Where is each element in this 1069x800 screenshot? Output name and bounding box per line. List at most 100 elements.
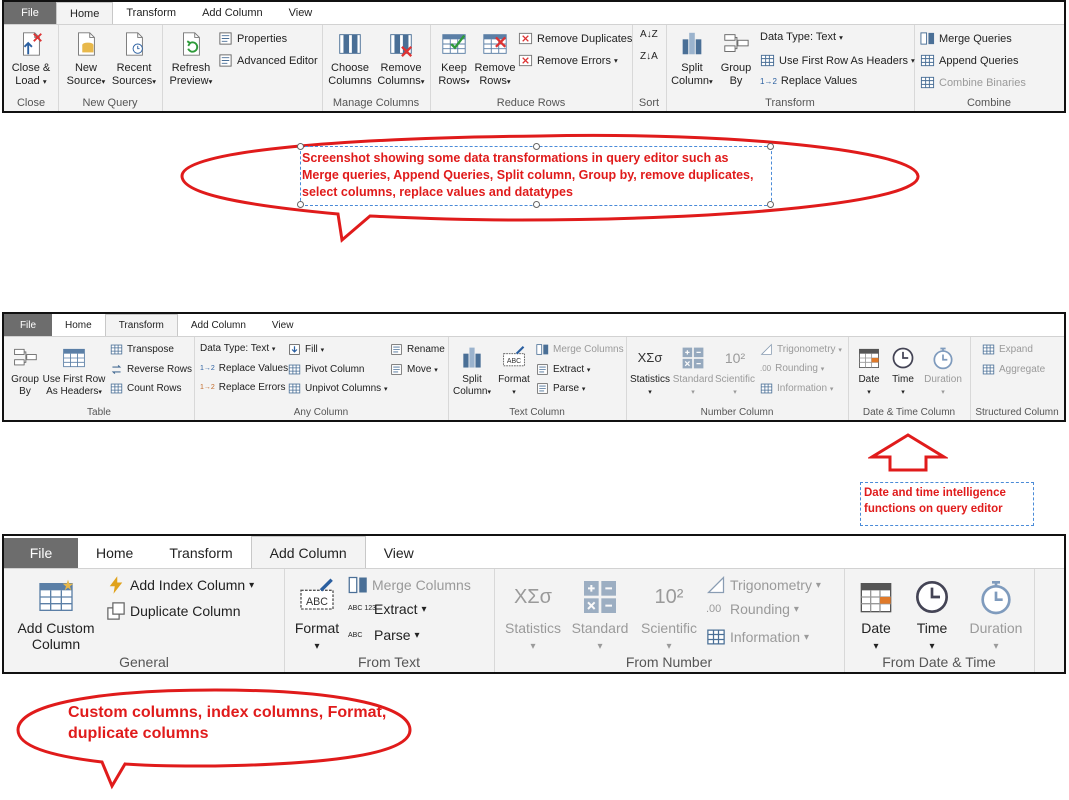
time-button[interactable]: Time ▾ [886,345,920,397]
tab-home[interactable]: Home [78,538,151,568]
tab-transform[interactable]: Transform [113,2,189,24]
date-button[interactable]: Date ▾ [852,345,886,397]
merge-queries-button[interactable]: Merge Queries [920,31,1012,46]
standard-button[interactable]: Standard ▾ [672,345,714,397]
statistics-button[interactable]: XΣσ Statistics ▾ [500,577,566,652]
trigonometry-button[interactable]: Trigonometry ▾ [706,575,821,595]
scientific-button[interactable]: 10² Scientific ▾ [714,345,756,397]
tab-view[interactable]: View [276,2,326,24]
tab-file[interactable]: File [4,538,78,568]
use-first-row-button[interactable]: Use First Row As Headers▾ [42,345,106,397]
merge-columns-button[interactable]: Merge Columns [536,343,624,356]
parse-button[interactable]: ABC Parse ▾ [348,627,419,643]
append-queries-button[interactable]: Append Queries [920,53,1019,68]
remove-duplicates-icon [518,31,533,46]
tab-file[interactable]: File [4,314,52,336]
parse-button[interactable]: Parse ▾ [536,382,585,395]
sort-descending-button[interactable]: Z↓A [640,51,658,62]
standard-calculator-icon [580,577,620,617]
transpose-button[interactable]: Transpose [110,343,174,356]
information-button[interactable]: Information ▾ [706,627,809,647]
format-button[interactable]: ABC Format ▾ [494,345,534,397]
tab-add-column[interactable]: Add Column [189,2,276,24]
rounding-button[interactable]: .00 Rounding ▾ [760,363,824,374]
choose-columns-button[interactable]: Choose Columns [326,29,374,87]
resize-handle[interactable] [767,201,774,208]
rounding-button[interactable]: .00 Rounding ▾ [706,601,799,617]
standard-label: Standard [571,620,629,636]
move-button[interactable]: Move ▾ [390,363,438,376]
pivot-column-button[interactable]: Pivot Column [288,363,364,376]
tab-add-column[interactable]: Add Column [250,536,366,568]
group-label: Text Column [509,407,565,418]
information-button[interactable]: Information ▾ [760,382,833,395]
close-load-button[interactable]: Close & Load ▾ [7,29,55,87]
extract-button[interactable]: Extract ▾ [536,363,590,376]
use-first-row-icon [61,345,87,371]
time-label: Time [892,374,914,385]
keep-rows-button[interactable]: Keep Rows▾ [434,29,474,87]
standard-button[interactable]: Standard ▾ [568,577,632,652]
split-column-button[interactable]: Split Column▾ [452,345,492,397]
remove-duplicates-button[interactable]: Remove Duplicates [518,31,632,46]
combine-binaries-button[interactable]: Combine Binaries [920,75,1026,90]
extract-button[interactable]: ABC 123 Extract ▾ [348,601,426,617]
aggregate-button[interactable]: Aggregate [982,363,1045,376]
data-type-dropdown[interactable]: Data Type: Text ▾ [200,343,275,354]
remove-errors-button[interactable]: Remove Errors ▾ [518,53,618,68]
duration-button[interactable]: Duration ▾ [962,577,1030,652]
reverse-rows-button[interactable]: Reverse Rows [110,363,192,376]
group-by-button[interactable]: Group By [8,345,42,397]
time-button[interactable]: Time ▾ [906,577,958,652]
count-rows-button[interactable]: Count Rows [110,382,181,395]
resize-handle[interactable] [533,201,540,208]
fill-button[interactable]: Fill ▾ [288,343,324,356]
unpivot-columns-button[interactable]: Unpivot Columns ▾ [288,382,387,395]
tab-view[interactable]: View [259,314,307,336]
use-first-row-button[interactable]: Use First Row As Headers ▾ [760,53,915,68]
format-button[interactable]: ABC Format ▾ [288,577,346,652]
date-button[interactable]: Date ▾ [850,577,902,652]
advanced-editor-button[interactable]: Advanced Editor [218,53,318,68]
advanced-editor-icon [218,53,233,68]
group-from-date-time: Date ▾ Time ▾ Duration ▾ From Date & Tim… [844,569,1035,672]
group-by-button[interactable]: Group By [716,29,756,87]
replace-values-button[interactable]: 1→2 Replace Values [200,363,288,374]
merge-columns-button[interactable]: Merge Columns [348,575,471,595]
scientific-button[interactable]: 10² Scientific ▾ [634,577,704,652]
aggregate-icon [982,363,995,376]
rename-button[interactable]: Rename [390,343,445,356]
data-type-dropdown[interactable]: Data Type: Text ▾ [760,31,843,43]
tab-transform[interactable]: Transform [151,538,250,568]
add-index-column-button[interactable]: Add Index Column ▾ [106,575,254,595]
recent-sources-button[interactable]: Recent Sources▾ [110,29,158,87]
sort-ascending-button[interactable]: A↓Z [640,29,658,40]
duplicate-column-button[interactable]: Duplicate Column [106,601,241,621]
statistics-button[interactable]: XΣσ Statistics ▾ [628,345,672,397]
split-column-button[interactable]: Split Column▾ [670,29,714,87]
tab-home[interactable]: Home [56,2,114,24]
information-icon [706,627,726,647]
resize-handle[interactable] [297,201,304,208]
trigonometry-button[interactable]: Trigonometry ▾ [760,343,842,356]
chevron-down-icon: ▾ [208,76,213,86]
resize-handle[interactable] [297,143,304,150]
group-structured-column: Expand Aggregate Structured Column [970,337,1064,420]
resize-handle[interactable] [533,143,540,150]
tab-home[interactable]: Home [52,314,105,336]
tab-view[interactable]: View [366,538,432,568]
replace-values-button[interactable]: 1→2 Replace Values [760,75,857,87]
tab-transform[interactable]: Transform [104,314,178,336]
new-source-button[interactable]: New Source▾ [64,29,108,87]
remove-columns-button[interactable]: Remove Columns▾ [376,29,426,87]
properties-button[interactable]: Properties [218,31,287,46]
remove-rows-button[interactable]: Remove Rows▾ [474,29,516,87]
tab-file[interactable]: File [4,2,56,24]
tab-add-column[interactable]: Add Column [178,314,259,336]
refresh-preview-button[interactable]: Refresh Preview▾ [166,29,216,87]
duration-button[interactable]: Duration ▾ [920,345,966,397]
replace-errors-button[interactable]: 1→2 Replace Errors [200,382,286,393]
resize-handle[interactable] [767,143,774,150]
expand-button[interactable]: Expand [982,343,1033,356]
add-custom-column-button[interactable]: Add Custom Column [8,577,104,652]
